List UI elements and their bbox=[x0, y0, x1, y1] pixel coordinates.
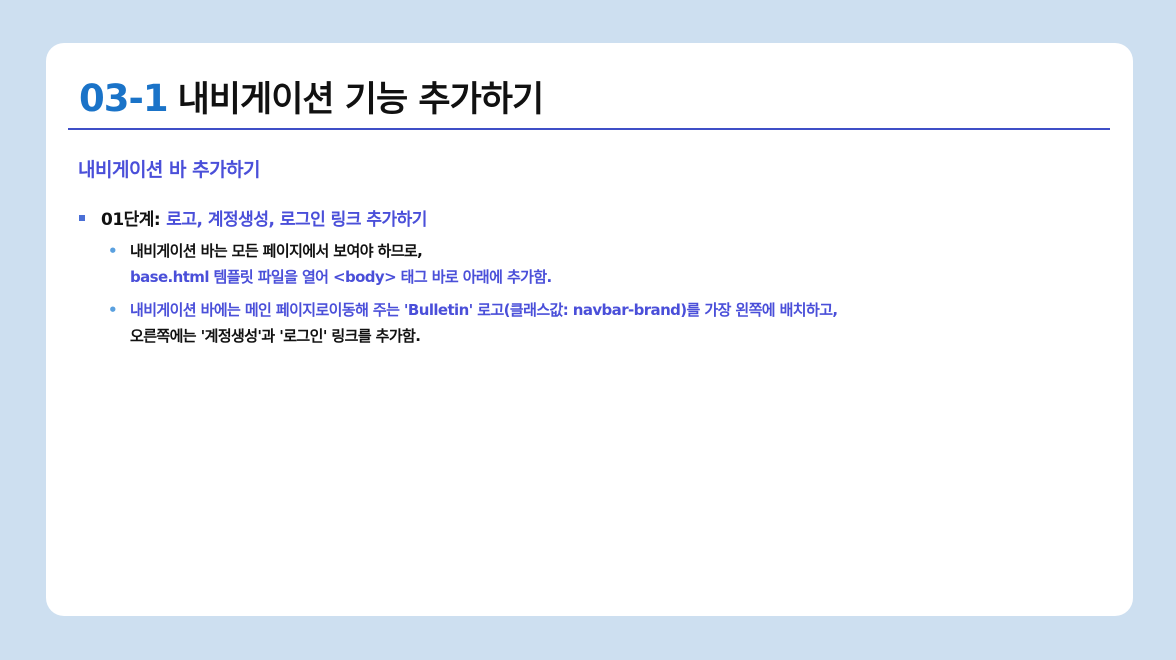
bullet-dot-icon: • bbox=[108, 301, 118, 319]
bullet-line: 내비게이션 바는 모든 페이지에서 보여야 하므로, bbox=[130, 242, 423, 260]
bullet-line: base.html 템플릿 파일을 열어 <body> 태그 바로 아래에 추가… bbox=[130, 268, 552, 286]
bullet-item: • 내비게이션 바에는 메인 페이지로이동해 주는 'Bulletin' 로고(클… bbox=[108, 297, 838, 349]
title-text: 내비게이션 기능 추가하기 bbox=[177, 80, 545, 120]
square-bullet-icon bbox=[79, 215, 85, 221]
step-prefix: 01단계: bbox=[101, 210, 161, 230]
bullet-dot-icon: • bbox=[108, 242, 118, 260]
section-heading: 내비게이션 바 추가하기 bbox=[78, 159, 261, 181]
step-item: 01단계: 로고, 계정생성, 로그인 링크 추가하기 bbox=[79, 205, 427, 230]
title-divider bbox=[68, 128, 1110, 130]
step-text: 로고, 계정생성, 로그인 링크 추가하기 bbox=[166, 210, 427, 230]
bullet-line: 오른쪽에는 '계정생성'과 '로그인' 링크를 추가함. bbox=[130, 327, 421, 345]
slide-title: 03-1 내비게이션 기능 추가하기 bbox=[79, 71, 545, 122]
title-number: 03-1 bbox=[79, 77, 169, 120]
bullet-item: • 내비게이션 바는 모든 페이지에서 보여야 하므로, base.html 템플… bbox=[108, 238, 552, 290]
slide-card: 03-1 내비게이션 기능 추가하기 내비게이션 바 추가하기 01단계: 로고… bbox=[46, 43, 1133, 616]
bullet-line: 내비게이션 바에는 메인 페이지로이동해 주는 'Bulletin' 로고(클래… bbox=[130, 301, 838, 319]
